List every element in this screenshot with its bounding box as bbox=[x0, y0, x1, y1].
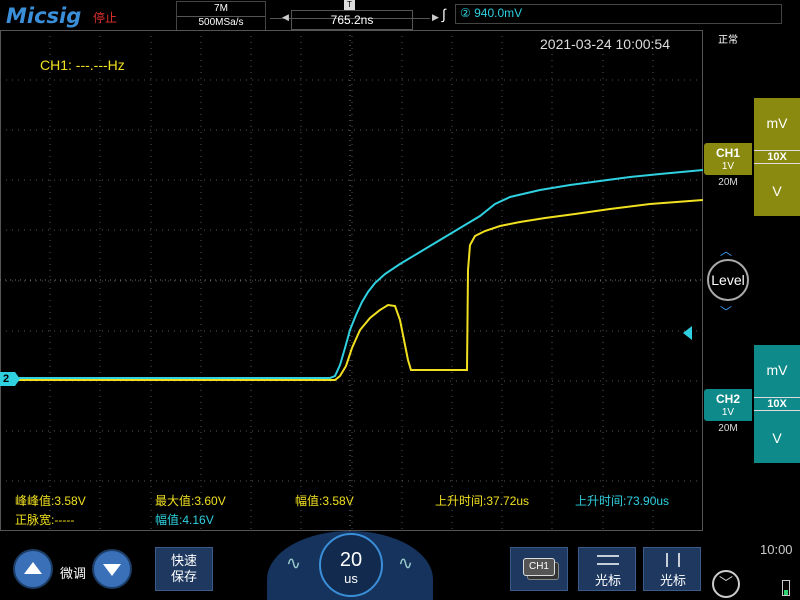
measure-ch2-rise-time: 上升时间:73.90us bbox=[575, 494, 670, 508]
quick-save-label-line2: 保存 bbox=[170, 569, 197, 584]
delay-right-arrow-icon[interactable]: ▶ bbox=[432, 12, 439, 23]
quick-save-label-line1: 快速 bbox=[170, 553, 197, 568]
down-arrow-icon bbox=[103, 564, 121, 576]
up-arrow-icon bbox=[24, 562, 42, 574]
ch1-name: CH1 bbox=[715, 146, 740, 160]
measure-ch1-amplitude: 幅值:3.58V bbox=[295, 494, 354, 508]
ch2-scale-unit-top[interactable]: mV bbox=[754, 362, 800, 378]
trigger-info-box[interactable]: ② 940.0mV bbox=[455, 4, 782, 24]
channel-menu-button[interactable]: CH1 bbox=[510, 547, 568, 591]
acquisition-info-box[interactable]: 7M 500MSa/s bbox=[176, 1, 266, 31]
ch1-scale-panel[interactable]: mV 10X V bbox=[754, 98, 800, 216]
measure-ch1-max: 最大值:3.60V bbox=[155, 494, 226, 508]
ch1-scale-unit-top[interactable]: mV bbox=[754, 115, 800, 131]
battery-fill bbox=[784, 590, 788, 595]
measure-ch2-amplitude: 幅值:4.16V bbox=[155, 513, 214, 527]
system-clock: 10:00 bbox=[760, 542, 793, 557]
ch1-volts-per-div: 1V bbox=[721, 161, 735, 172]
menu-down-icon[interactable]: ﹀ bbox=[712, 570, 740, 598]
rising-edge-trigger-icon[interactable]: ∫ bbox=[442, 6, 446, 22]
ch2-volts-per-div: 1V bbox=[721, 407, 735, 418]
fine-adjust-up-button[interactable] bbox=[13, 549, 53, 589]
ch1-scale-unit-bottom[interactable]: V bbox=[754, 183, 800, 199]
trigger-level-knob[interactable]: Level bbox=[707, 259, 749, 301]
trigger-position-marker-icon: T bbox=[344, 0, 355, 10]
trigger-level-readout: ② 940.0mV bbox=[460, 6, 522, 20]
quick-save-button[interactable]: 快速 保存 bbox=[155, 547, 213, 591]
delay-left-arrow-icon[interactable]: ◀ bbox=[282, 12, 289, 23]
level-down-arrow-icon[interactable]: ﹀ bbox=[720, 303, 732, 320]
waveform-grid bbox=[0, 30, 703, 531]
ch2-channel-tag[interactable]: CH2 1V bbox=[704, 389, 752, 421]
run-status-label[interactable]: 停止 bbox=[93, 9, 117, 26]
ch1-waveform bbox=[0, 199, 703, 381]
vertical-cursor-button[interactable]: 光标 bbox=[643, 547, 701, 591]
trigger-level-value: 940.0mV bbox=[474, 6, 523, 20]
capture-timestamp: 2021-03-24 10:00:54 bbox=[540, 36, 670, 52]
timebase-readout[interactable]: 20 us bbox=[319, 533, 383, 597]
ch2-scale-panel[interactable]: mV 10X V bbox=[754, 345, 800, 463]
timebase-unit: us bbox=[344, 571, 358, 586]
ch2-probe-ratio[interactable]: 10X bbox=[754, 397, 800, 411]
timebase-value: 20 bbox=[339, 549, 363, 571]
brand-logo: Micsig bbox=[6, 4, 82, 28]
ch1-channel-tag[interactable]: CH1 1V bbox=[704, 143, 752, 175]
ch1-bandwidth: 20M bbox=[718, 177, 738, 188]
vertical-cursor-icon bbox=[666, 553, 680, 567]
sample-rate: 500MSa/s bbox=[177, 16, 265, 28]
horizontal-cursor-label: 光标 bbox=[594, 573, 621, 588]
trigger-level-pointer-icon[interactable] bbox=[683, 326, 692, 340]
horizontal-cursor-button[interactable]: 光标 bbox=[578, 547, 636, 591]
level-up-arrow-icon[interactable]: ︿ bbox=[720, 242, 732, 259]
frequency-readout: CH1: ---.---Hz bbox=[40, 57, 125, 73]
wave-icon[interactable]: ∿ bbox=[286, 553, 301, 574]
horizontal-cursor-icon bbox=[597, 555, 619, 565]
measure-ch1-pos-width: 正脉宽:----- bbox=[15, 513, 75, 527]
ch2-name: CH2 bbox=[715, 392, 740, 406]
fine-adjust-down-button[interactable] bbox=[92, 549, 132, 589]
ch2-scale-unit-bottom[interactable]: V bbox=[754, 430, 800, 446]
fine-adjust-label: 微调 bbox=[60, 566, 87, 581]
wave-icon[interactable]: ∿ bbox=[398, 553, 413, 574]
trigger-mode-label[interactable]: 正常 bbox=[718, 31, 738, 46]
ch2-bandwidth: 20M bbox=[718, 423, 738, 434]
horizontal-delay-field[interactable]: 765.2ns bbox=[291, 10, 413, 30]
ch1-chip: CH1 bbox=[523, 558, 555, 576]
ch1-probe-ratio[interactable]: 10X bbox=[754, 150, 800, 164]
memory-depth: 7M bbox=[214, 3, 228, 14]
measure-ch1-rise-time: 上升时间:37.72us bbox=[435, 494, 530, 508]
measure-ch1-pk-pk: 峰峰值:3.58V bbox=[15, 494, 86, 508]
vertical-cursor-label: 光标 bbox=[659, 573, 686, 588]
battery-icon bbox=[782, 580, 790, 596]
trigger-source-marker: ② bbox=[460, 6, 471, 20]
